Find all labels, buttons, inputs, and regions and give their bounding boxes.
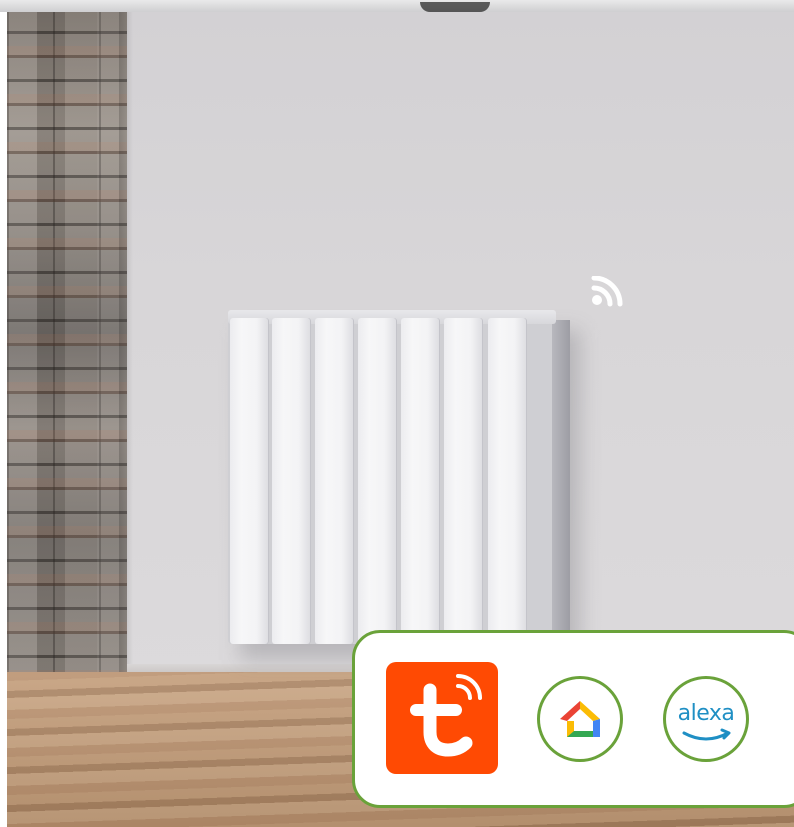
product-image: alexa xyxy=(0,0,794,827)
top-edge-strip xyxy=(0,0,794,12)
wifi-signal-icon xyxy=(591,276,623,307)
radiator-fin xyxy=(315,318,353,644)
radiator-fin xyxy=(401,318,439,644)
amazon-alexa-logo: alexa xyxy=(663,676,749,762)
radiator-fin xyxy=(358,318,396,644)
radiator-side xyxy=(552,320,570,638)
radiator-fin xyxy=(444,318,482,644)
radiator-fin xyxy=(272,318,310,644)
stone-wall-panel xyxy=(7,12,127,682)
radiator-fin xyxy=(230,318,268,644)
electric-radiator xyxy=(222,310,572,648)
tuya-smart-logo xyxy=(386,662,498,774)
amazon-smile-icon xyxy=(682,728,731,741)
google-home-icon xyxy=(560,701,600,737)
tuya-t-icon xyxy=(410,674,482,757)
radiator-fin xyxy=(488,318,526,644)
google-home-logo xyxy=(537,676,623,762)
stone-wall-edge xyxy=(119,12,133,682)
